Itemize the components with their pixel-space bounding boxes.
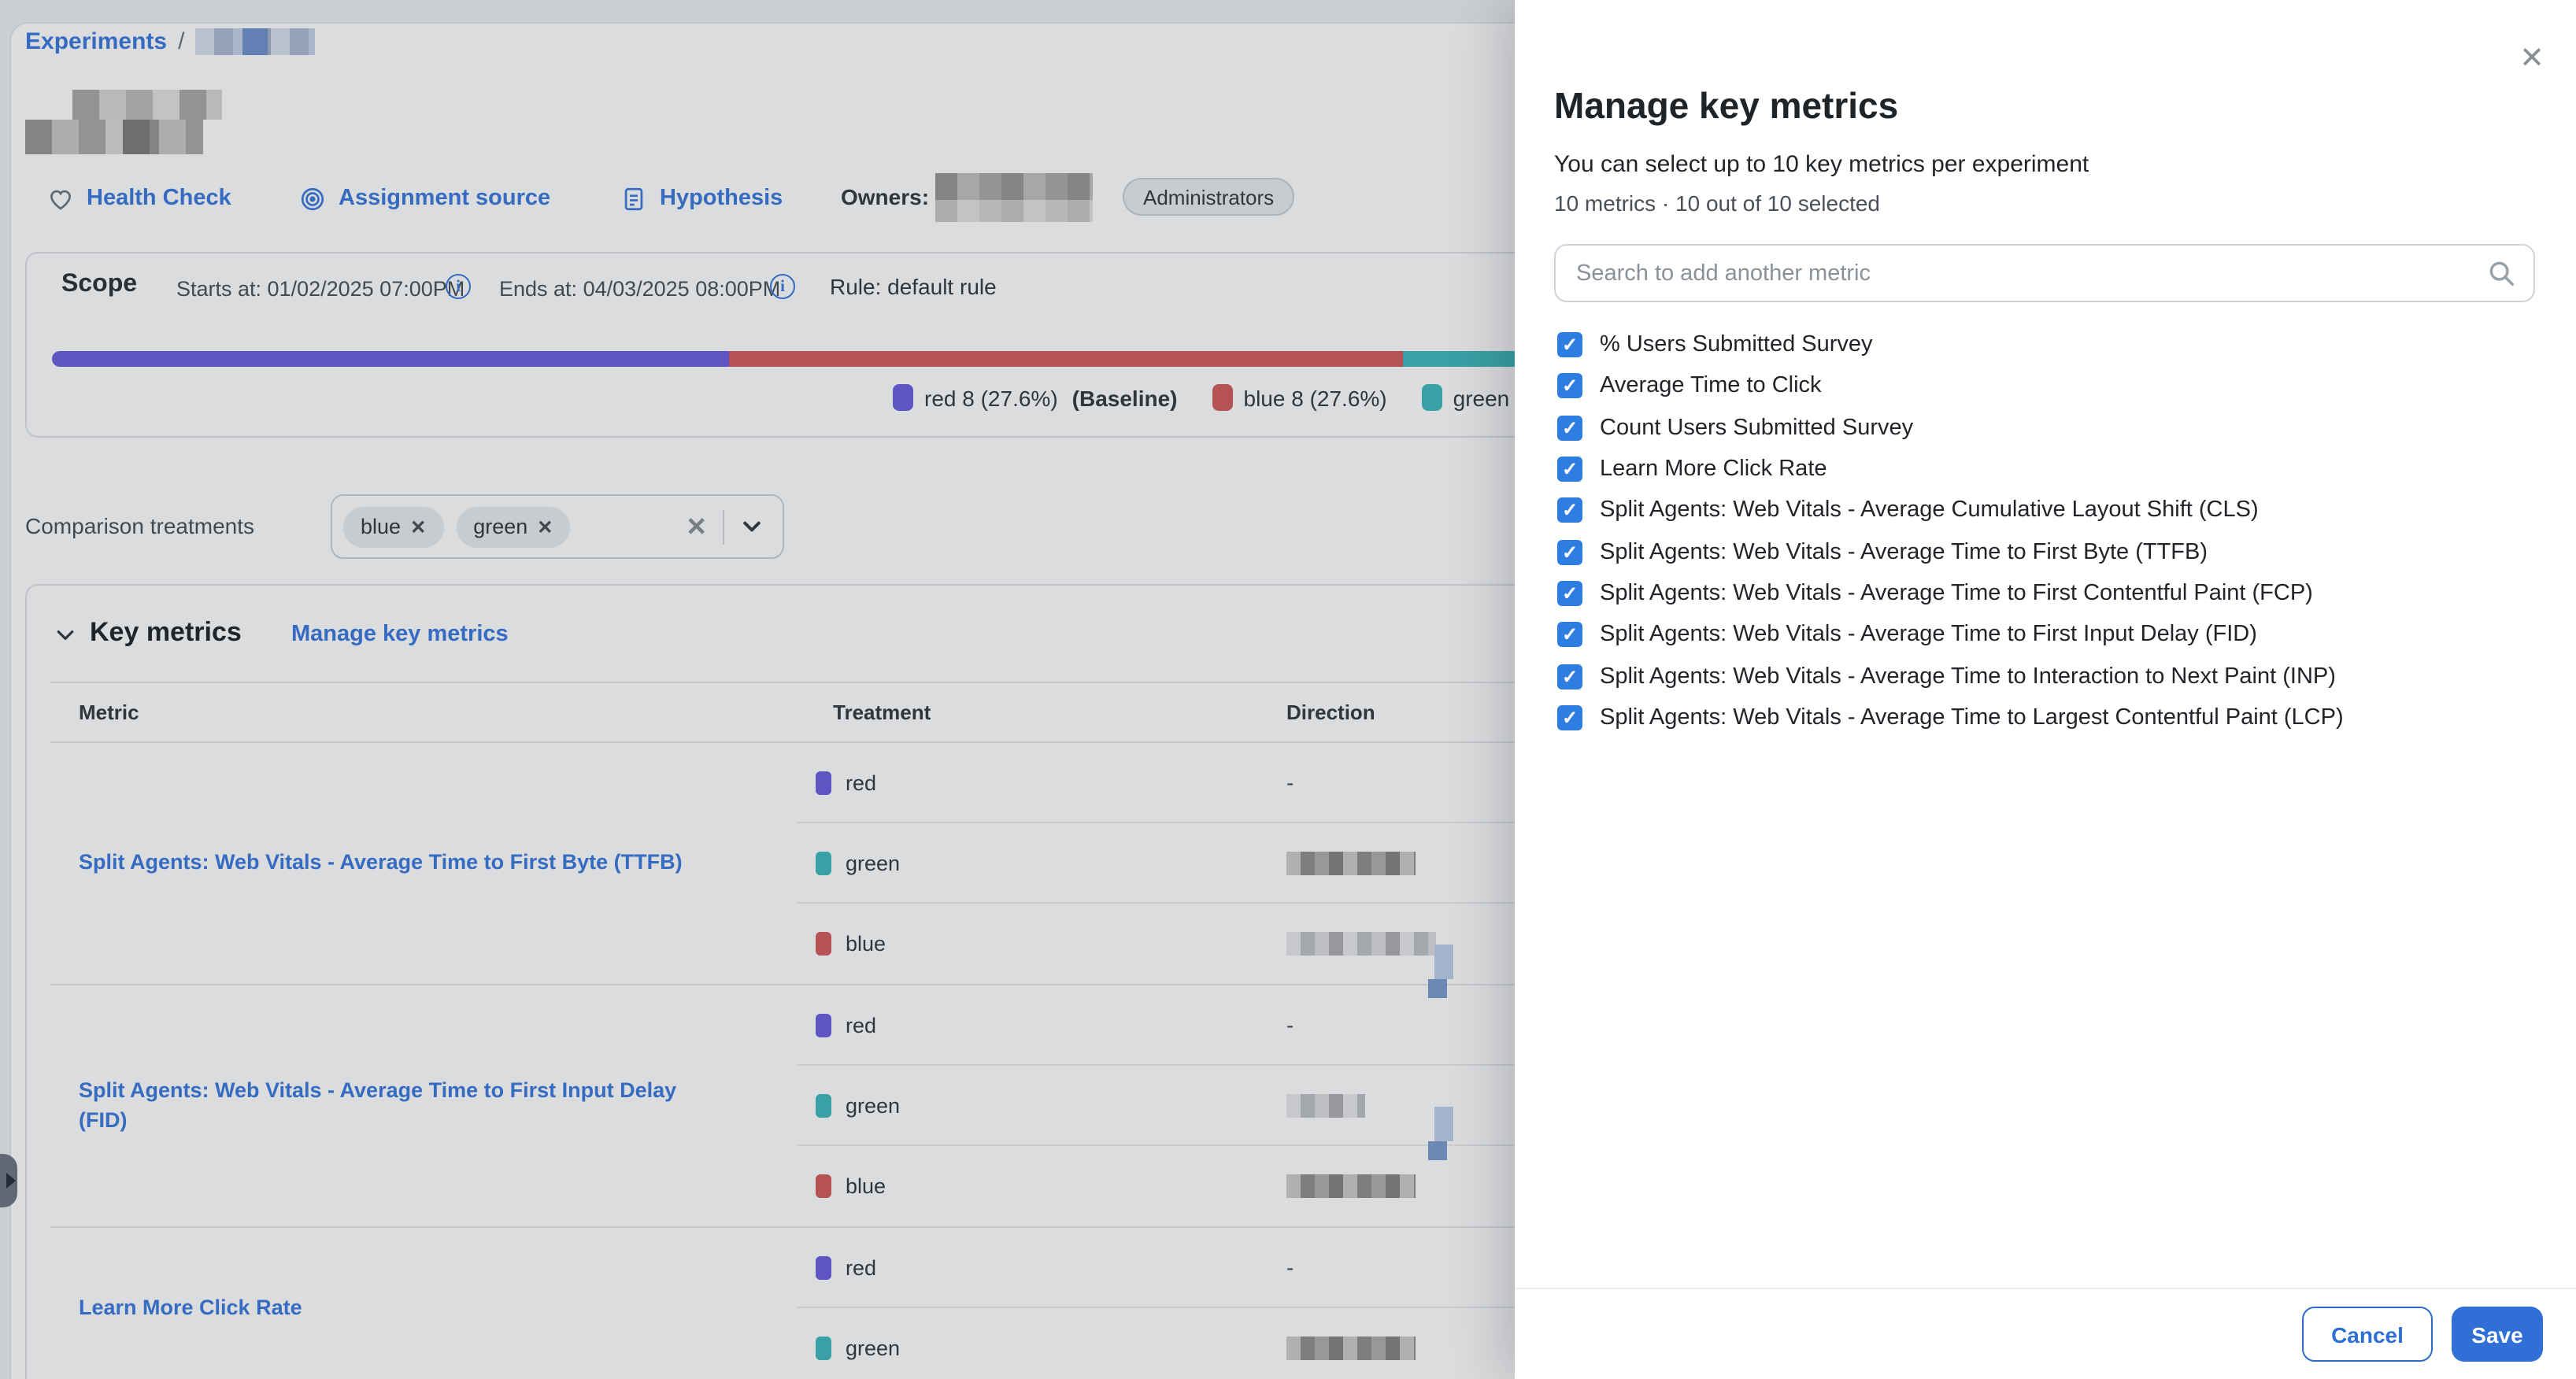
metric-checkbox-row[interactable]: ✓ Split Agents: Web Vitals - Average Time… xyxy=(1557,656,2545,697)
metric-label: Split Agents: Web Vitals - Average Time … xyxy=(1600,664,2336,689)
checkbox-checked-icon[interactable]: ✓ xyxy=(1557,332,1582,357)
panel-title: Manage key metrics xyxy=(1554,85,1898,128)
checkbox-checked-icon[interactable]: ✓ xyxy=(1557,705,1582,730)
checkbox-checked-icon[interactable]: ✓ xyxy=(1557,581,1582,606)
panel-subtitle: You can select up to 10 key metrics per … xyxy=(1554,151,2089,178)
search-icon xyxy=(2486,258,2516,288)
metrics-count-text: 10 metrics · 10 out of 10 selected xyxy=(1554,190,1880,216)
metric-search xyxy=(1554,244,2535,302)
metric-checkbox-row[interactable]: ✓ Split Agents: Web Vitals - Average Time… xyxy=(1557,573,2545,615)
checkbox-checked-icon[interactable]: ✓ xyxy=(1557,415,1582,440)
metric-checkbox-row[interactable]: ✓ Split Agents: Web Vitals - Average Time… xyxy=(1557,531,2545,573)
metric-label: Split Agents: Web Vitals - Average Time … xyxy=(1600,539,2208,564)
metric-label: Split Agents: Web Vitals - Average Time … xyxy=(1600,581,2313,606)
metric-label: % Users Submitted Survey xyxy=(1600,332,1873,357)
panel-footer: Cancel Save xyxy=(1515,1288,2576,1379)
checkbox-checked-icon[interactable]: ✓ xyxy=(1557,664,1582,689)
metric-label: Learn More Click Rate xyxy=(1600,457,1827,482)
metric-checkbox-row[interactable]: ✓ Split Agents: Web Vitals - Average Cumu… xyxy=(1557,490,2545,531)
checkbox-checked-icon[interactable]: ✓ xyxy=(1557,622,1582,647)
metric-checkbox-list: ✓ % Users Submitted Survey ✓ Average Time t… xyxy=(1557,324,2545,738)
checkbox-checked-icon[interactable]: ✓ xyxy=(1557,457,1582,482)
metric-label: Split Agents: Web Vitals - Average Time … xyxy=(1600,705,2344,730)
metric-label: Split Agents: Web Vitals - Average Time … xyxy=(1600,622,2257,647)
metric-checkbox-row[interactable]: ✓ Learn More Click Rate xyxy=(1557,449,2545,490)
manage-key-metrics-panel: ✕ Manage key metrics You can select up t… xyxy=(1515,0,2576,1379)
metric-checkbox-row[interactable]: ✓ Split Agents: Web Vitals - Average Time… xyxy=(1557,697,2545,738)
checkbox-checked-icon[interactable]: ✓ xyxy=(1557,374,1582,399)
modal-backdrop xyxy=(0,0,1515,1379)
metric-label: Split Agents: Web Vitals - Average Cumul… xyxy=(1600,498,2259,523)
metric-label: Average Time to Click xyxy=(1600,374,1822,399)
metric-checkbox-row[interactable]: ✓ Count Users Submitted Survey xyxy=(1557,407,2545,449)
save-button[interactable]: Save xyxy=(2452,1307,2543,1362)
checkbox-checked-icon[interactable]: ✓ xyxy=(1557,498,1582,523)
metric-checkbox-row[interactable]: ✓ Split Agents: Web Vitals - Average Time… xyxy=(1557,614,2545,656)
checkbox-checked-icon[interactable]: ✓ xyxy=(1557,539,1582,564)
cancel-button[interactable]: Cancel xyxy=(2302,1307,2433,1362)
metric-checkbox-row[interactable]: ✓ Average Time to Click xyxy=(1557,366,2545,408)
metric-label: Count Users Submitted Survey xyxy=(1600,415,1913,440)
close-icon[interactable]: ✕ xyxy=(2513,41,2551,79)
metric-checkbox-row[interactable]: ✓ % Users Submitted Survey xyxy=(1557,324,2545,366)
search-input[interactable] xyxy=(1554,244,2535,302)
